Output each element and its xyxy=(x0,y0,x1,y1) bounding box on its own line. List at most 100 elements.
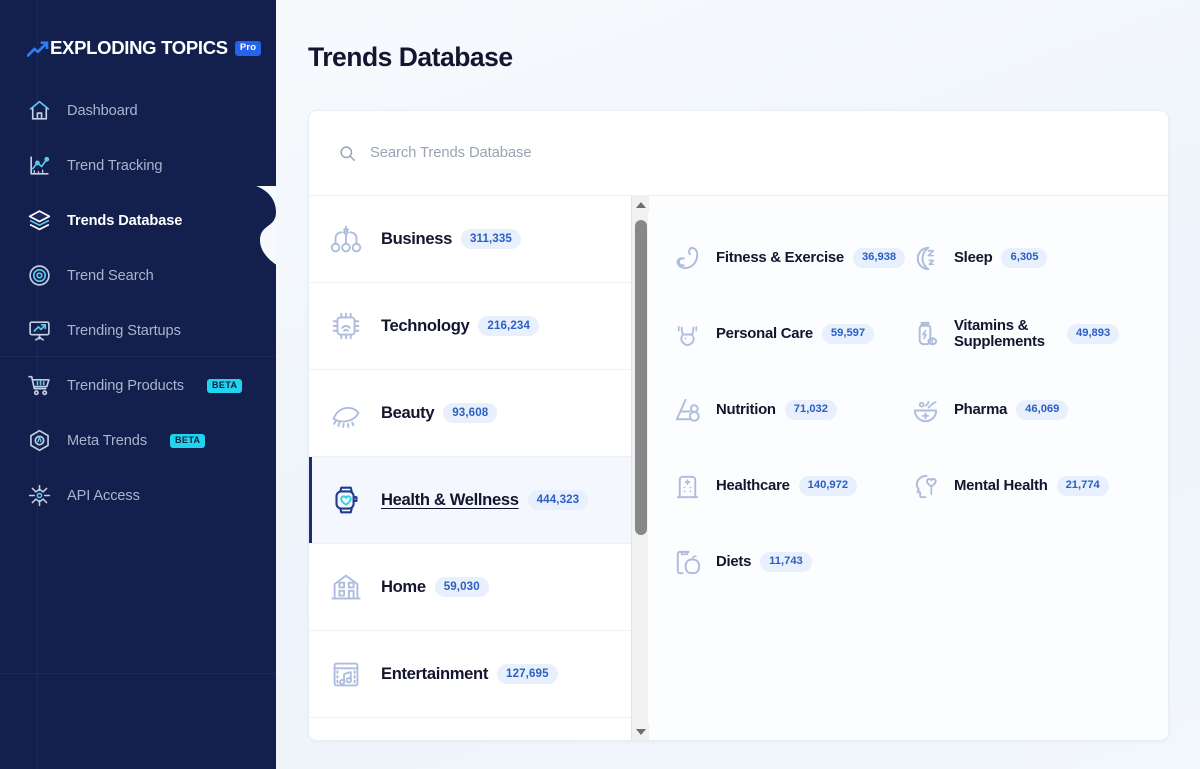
category-list-wrap: Business 311,335 Technology 216,234 Beau… xyxy=(309,196,649,740)
category-count: 311,335 xyxy=(460,228,521,250)
sidebar: EXPLODING TOPICS Pro Dashboard Trend Tra… xyxy=(0,0,276,769)
subcategory-label: Pharma xyxy=(954,401,1008,418)
brand-name: EXPLODING TOPICS xyxy=(50,37,228,59)
scroll-up-arrow-icon[interactable] xyxy=(632,196,649,213)
search-input[interactable] xyxy=(370,145,1138,161)
subcategory-personal-care[interactable]: Personal Care 59,597 xyxy=(670,296,908,372)
subcategory-nutrition[interactable]: Nutrition 71,032 xyxy=(670,372,908,448)
sidebar-item-label: Dashboard xyxy=(67,102,138,119)
hospital-icon xyxy=(670,469,704,503)
app-root: EXPLODING TOPICS Pro Dashboard Trend Tra… xyxy=(0,0,1200,769)
sidebar-item-label: Trend Search xyxy=(67,267,154,284)
scroll-down-arrow-icon[interactable] xyxy=(632,723,649,740)
subcategory-mental-health[interactable]: Mental Health 21,774 xyxy=(908,448,1146,524)
subcategory-count: 140,972 xyxy=(798,475,858,497)
category-count: 216,234 xyxy=(478,315,539,337)
subcategory-healthcare[interactable]: Healthcare 140,972 xyxy=(670,448,908,524)
category-row-technology[interactable]: Technology 216,234 xyxy=(309,283,631,370)
category-row-home[interactable]: Home 59,030 xyxy=(309,544,631,631)
eye-lashes-icon xyxy=(325,392,367,434)
subcategory-grid: Fitness & Exercise 36,938 Sleep 6,305 Pe… xyxy=(670,220,1146,600)
sidebar-item-label: Meta Trends xyxy=(67,432,148,449)
subcategory-label: Nutrition xyxy=(716,401,776,418)
main-content: Trends Database Search Trends Database B… xyxy=(276,0,1200,769)
sidebar-item-label: Trending Products xyxy=(67,377,185,394)
sidebar-nav: Dashboard Trend Tracking Trends Database… xyxy=(0,83,276,523)
api-node-icon xyxy=(27,483,52,508)
search-icon xyxy=(339,145,356,162)
layers-icon xyxy=(27,208,52,233)
category-row-health-and-wellness[interactable]: Health & Wellness 444,323 xyxy=(309,457,631,544)
subcategory-label: Mental Health xyxy=(954,477,1048,494)
subcategory-fitness-and-exercise[interactable]: Fitness & Exercise 36,938 xyxy=(670,220,908,296)
brand-logo[interactable]: EXPLODING TOPICS Pro xyxy=(0,0,276,64)
scrollbar-thumb[interactable] xyxy=(635,220,647,535)
subcategory-count: 49,893 xyxy=(1067,323,1120,345)
sidebar-item-trending-startups[interactable]: Trending Startups xyxy=(0,303,276,358)
logo-arrow-icon xyxy=(27,40,49,58)
subcategory-pharma[interactable]: Pharma 46,069 xyxy=(908,372,1146,448)
cpu-chip-icon xyxy=(325,305,367,347)
hexagon-icon xyxy=(27,428,52,453)
subcategory-label: Sleep xyxy=(954,249,993,266)
subcategory-label: Personal Care xyxy=(716,325,813,342)
subcategory-count: 21,774 xyxy=(1056,475,1109,497)
category-list: Business 311,335 Technology 216,234 Beau… xyxy=(309,196,631,740)
category-list-scrollbar[interactable] xyxy=(631,196,649,740)
sidebar-item-trend-tracking[interactable]: Trend Tracking xyxy=(0,138,276,193)
sidebar-item-label: Trends Database xyxy=(67,212,183,229)
subcategory-label: Vitamins & Supplements xyxy=(954,318,1045,350)
category-row-entertainment[interactable]: Entertainment 127,695 xyxy=(309,631,631,718)
head-heart-icon xyxy=(908,469,942,503)
beta-badge: BETA xyxy=(170,433,206,448)
sidebar-item-label: API Access xyxy=(67,487,140,504)
chart-line-icon xyxy=(27,153,52,178)
subcategory-label: Diets xyxy=(716,553,752,570)
panes: Business 311,335 Technology 216,234 Beau… xyxy=(309,196,1168,740)
category-label: Technology xyxy=(381,316,470,335)
smartwatch-heart-icon xyxy=(325,479,367,521)
category-label: Entertainment xyxy=(381,664,489,683)
subcategory-label: Fitness & Exercise xyxy=(716,249,844,266)
trends-database-card: Business 311,335 xyxy=(308,110,1169,741)
film-music-icon xyxy=(325,653,367,695)
subcategory-count: 59,597 xyxy=(821,323,875,345)
clipboard-apple-icon xyxy=(670,545,704,579)
target-icon xyxy=(27,263,52,288)
category-label: Home xyxy=(381,577,426,596)
body-care-icon xyxy=(670,317,704,351)
category-label: Business xyxy=(381,229,452,248)
sidebar-item-trends-database[interactable]: Trends Database xyxy=(0,193,276,248)
subcategory-diets[interactable]: Diets 11,743 xyxy=(670,524,908,600)
sidebar-item-meta-trends[interactable]: Meta Trends BETA xyxy=(0,413,276,468)
business-dollar-icon xyxy=(325,218,367,260)
sidebar-item-trending-products[interactable]: Trending Products BETA xyxy=(0,358,276,413)
sidebar-item-trend-search[interactable]: Trend Search xyxy=(0,248,276,303)
category-row-beauty[interactable]: Beauty 93,608 xyxy=(309,370,631,457)
category-row-business[interactable]: Business 311,335 xyxy=(309,196,631,283)
category-label: Health & Wellness xyxy=(381,490,519,509)
moon-zzz-icon xyxy=(908,241,942,275)
sidebar-item-api-access[interactable]: API Access xyxy=(0,468,276,523)
search-bar[interactable] xyxy=(309,111,1168,196)
subcategory-pane: Fitness & Exercise 36,938 Sleep 6,305 Pe… xyxy=(648,196,1168,740)
sidebar-item-label: Trend Tracking xyxy=(67,157,163,174)
home-icon xyxy=(27,98,52,123)
subcategory-count: 11,743 xyxy=(760,551,812,573)
nutrition-icon xyxy=(670,393,704,427)
subcategory-label: Healthcare xyxy=(716,477,790,494)
category-label: Beauty xyxy=(381,403,435,422)
house-icon xyxy=(325,566,367,608)
presentation-chart-icon xyxy=(27,318,52,343)
sidebar-item-label: Trending Startups xyxy=(67,322,181,339)
page-title: Trends Database xyxy=(308,42,513,72)
subcategory-vitamins-and-supplements[interactable]: Vitamins & Supplements 49,893 xyxy=(908,296,1146,372)
category-count: 444,323 xyxy=(527,489,589,511)
beta-badge: BETA xyxy=(207,378,243,393)
category-count: 127,695 xyxy=(497,663,558,685)
category-count: 93,608 xyxy=(443,402,498,424)
subcategory-count: 46,069 xyxy=(1016,399,1069,421)
subcategory-sleep[interactable]: Sleep 6,305 xyxy=(908,220,1146,296)
sidebar-item-dashboard[interactable]: Dashboard xyxy=(0,83,276,138)
bicep-icon xyxy=(670,241,704,275)
